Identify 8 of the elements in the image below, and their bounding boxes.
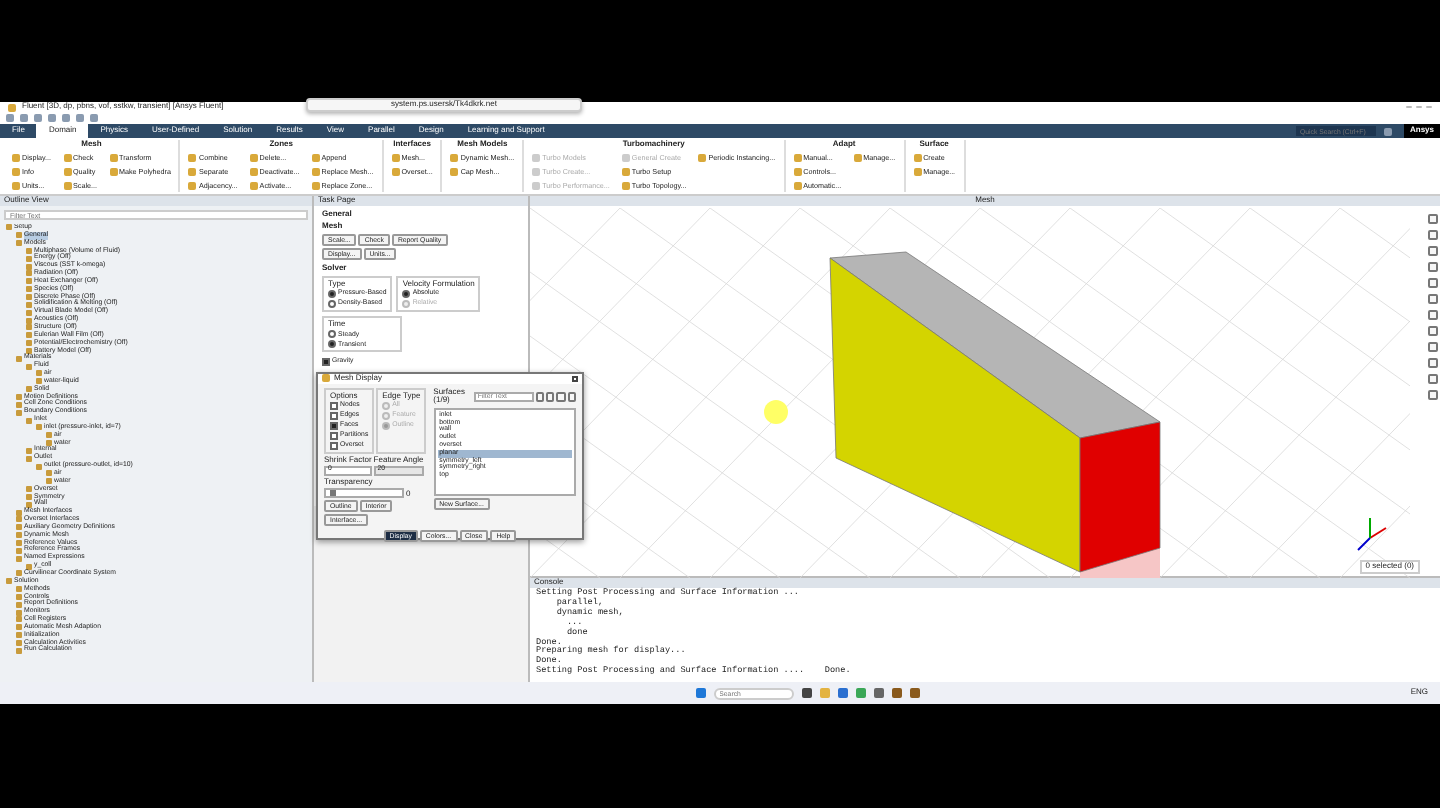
axis-triad-icon <box>1357 517 1387 551</box>
app-icon <box>8 103 16 111</box>
help-icon[interactable] <box>1383 127 1392 135</box>
light-sphere <box>764 400 788 424</box>
slider-track[interactable] <box>324 488 404 499</box>
start-icon[interactable] <box>695 688 706 698</box>
slider-thumb[interactable] <box>329 490 336 497</box>
app-icon <box>322 374 330 383</box>
